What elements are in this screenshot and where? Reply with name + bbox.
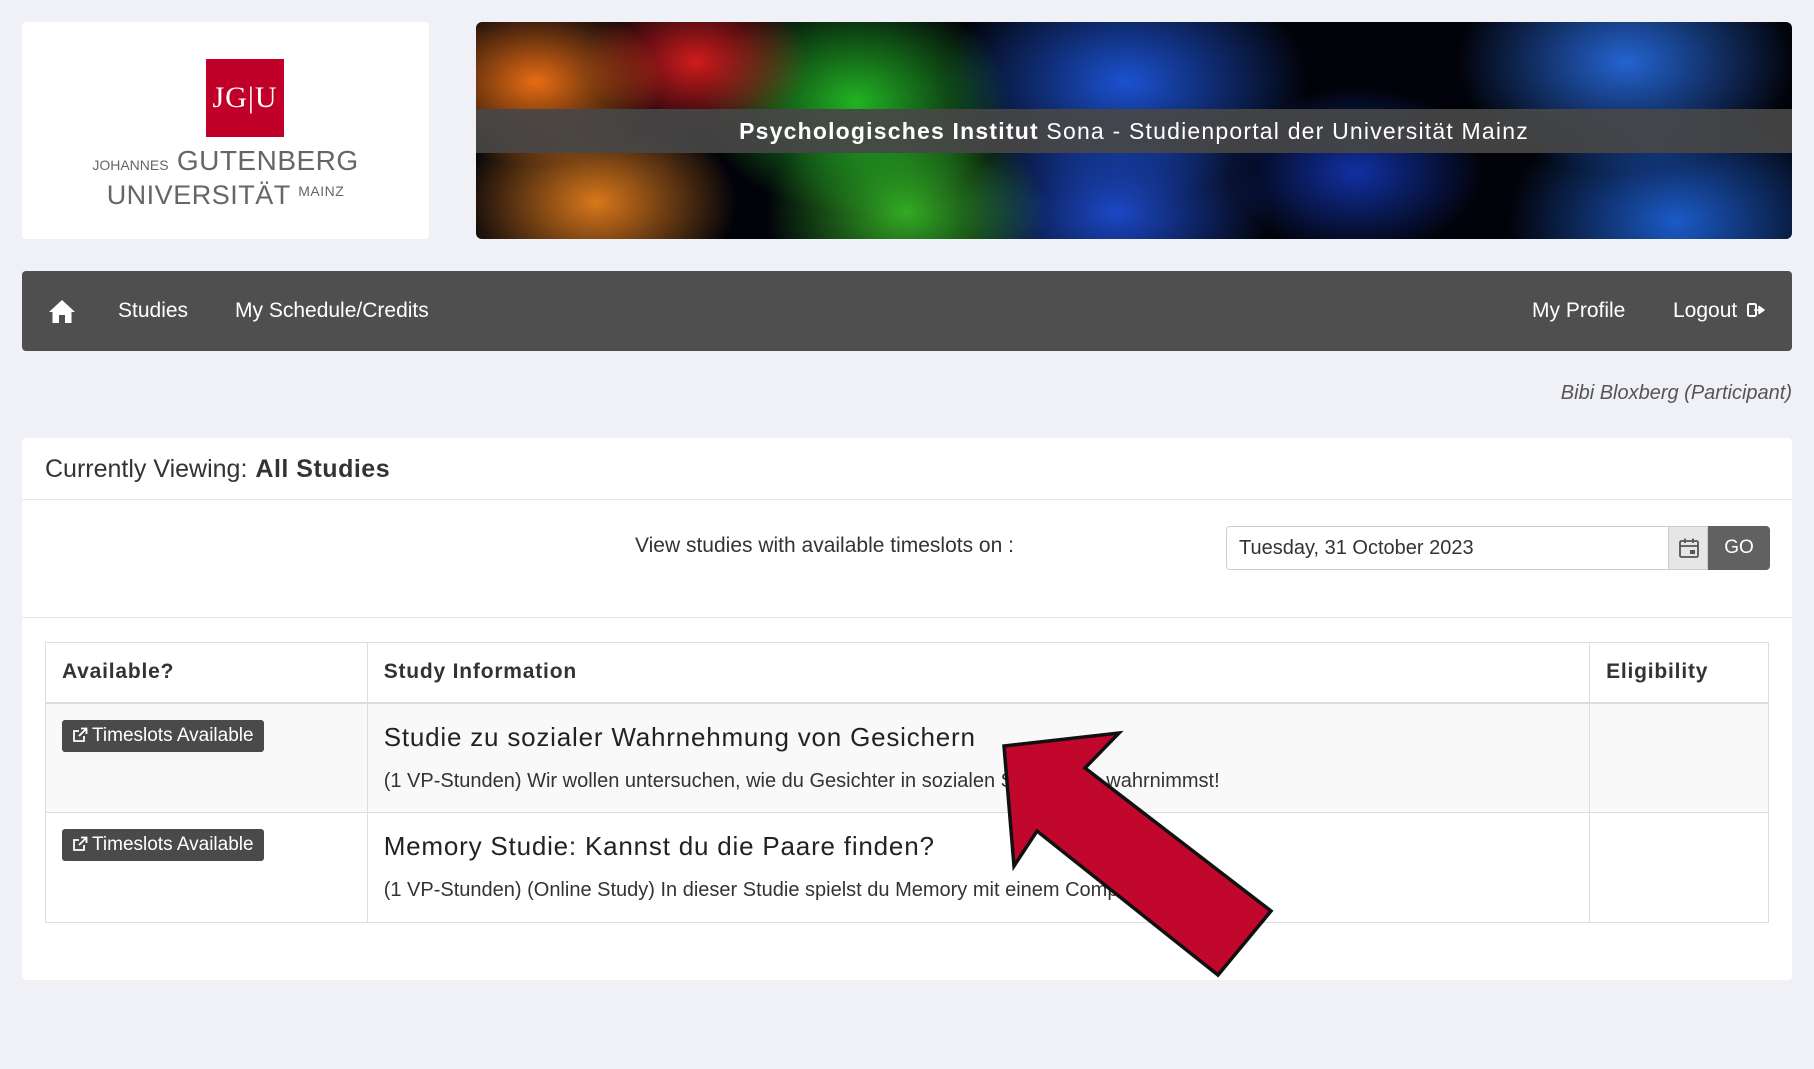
banner-title-bold: Psychologisches Institut — [739, 118, 1039, 144]
logo-main-1: GUTENBERG — [176, 145, 359, 176]
studies-table: Available? Study Information Eligibility… — [45, 642, 1769, 923]
available-cell: Timeslots Available — [45, 702, 368, 813]
table-row: Timeslots Available Memory Studie: Kanns… — [45, 812, 1769, 923]
external-link-icon — [73, 727, 88, 742]
studies-panel: Currently Viewing: All Studies View studi… — [22, 438, 1792, 980]
table-row: Timeslots Available Studie zu sozialer W… — [45, 702, 1769, 813]
study-description: (1 VP-Stunden) (Online Study) In dieser … — [383, 879, 1158, 901]
study-title-link[interactable]: Studie zu sozialer Wahrnehmung von Gesic… — [384, 722, 1589, 753]
jgu-monogram: JG|U — [206, 59, 284, 137]
logo-wordmark: JOHANNES GUTENBERG UNIVERSITÄT MAINZ — [22, 145, 429, 210]
eligibility-cell — [1589, 812, 1769, 923]
calendar-icon — [1679, 538, 1699, 558]
col-header-eligibility: Eligibility — [1589, 642, 1769, 704]
col-header-available: Available? — [45, 642, 368, 704]
date-filter: View studies with available timeslots on… — [22, 500, 1792, 618]
study-title-link[interactable]: Memory Studie: Kannst du die Paare finde… — [384, 831, 1589, 862]
date-input[interactable] — [1226, 526, 1668, 570]
study-info-cell: Studie zu sozialer Wahrnehmung von Gesic… — [366, 702, 1591, 813]
nav-logout[interactable]: Logout — [1673, 271, 1765, 351]
logo-prefix: JOHANNES — [92, 157, 169, 173]
panel-heading: Currently Viewing: All Studies — [22, 438, 1792, 500]
main-navbar: Studies My Schedule/Credits My Profile L… — [22, 271, 1792, 351]
external-link-icon — [73, 836, 88, 851]
table-header-row: Available? Study Information Eligibility — [45, 642, 1769, 704]
viewing-label: Currently Viewing: — [45, 455, 248, 483]
viewing-value: All Studies — [255, 455, 391, 483]
home-icon[interactable] — [48, 298, 76, 324]
available-cell: Timeslots Available — [45, 812, 368, 923]
nav-my-schedule-credits[interactable]: My Schedule/Credits — [235, 271, 429, 351]
go-button[interactable]: GO — [1708, 526, 1770, 570]
timeslots-label: Timeslots Available — [92, 724, 254, 746]
calendar-button[interactable] — [1668, 526, 1708, 570]
timeslots-available-button[interactable]: Timeslots Available — [62, 829, 264, 861]
study-description: (1 VP-Stunden) Wir wollen untersuchen, w… — [383, 769, 1220, 792]
study-info-cell: Memory Studie: Kannst du die Paare finde… — [366, 812, 1591, 923]
header: JG|U JOHANNES GUTENBERG UNIVERSITÄT MAIN… — [22, 22, 1792, 239]
col-header-study-information: Study Information — [366, 642, 1591, 704]
eligibility-cell — [1589, 702, 1769, 813]
logout-label: Logout — [1673, 299, 1738, 322]
timeslots-label: Timeslots Available — [92, 834, 254, 855]
banner-title: Psychologisches Institut Sona - Studienp… — [476, 109, 1792, 153]
logo-main-2: UNIVERSITÄT — [106, 180, 291, 210]
timeslots-available-button[interactable]: Timeslots Available — [62, 719, 264, 752]
logout-icon — [1747, 303, 1765, 317]
nav-studies[interactable]: Studies — [118, 271, 188, 351]
banner-title-rest: Sona - Studienportal der Universität Mai… — [1046, 118, 1529, 144]
date-filter-label: View studies with available timeslots on… — [635, 534, 1014, 557]
university-logo[interactable]: JG|U JOHANNES GUTENBERG UNIVERSITÄT MAIN… — [22, 22, 429, 239]
current-user: Bibi Bloxberg (Participant) — [1560, 382, 1792, 404]
site-banner: Psychologisches Institut Sona - Studienp… — [476, 22, 1792, 239]
logo-suffix: MAINZ — [298, 183, 345, 199]
nav-my-profile[interactable]: My Profile — [1532, 271, 1625, 351]
